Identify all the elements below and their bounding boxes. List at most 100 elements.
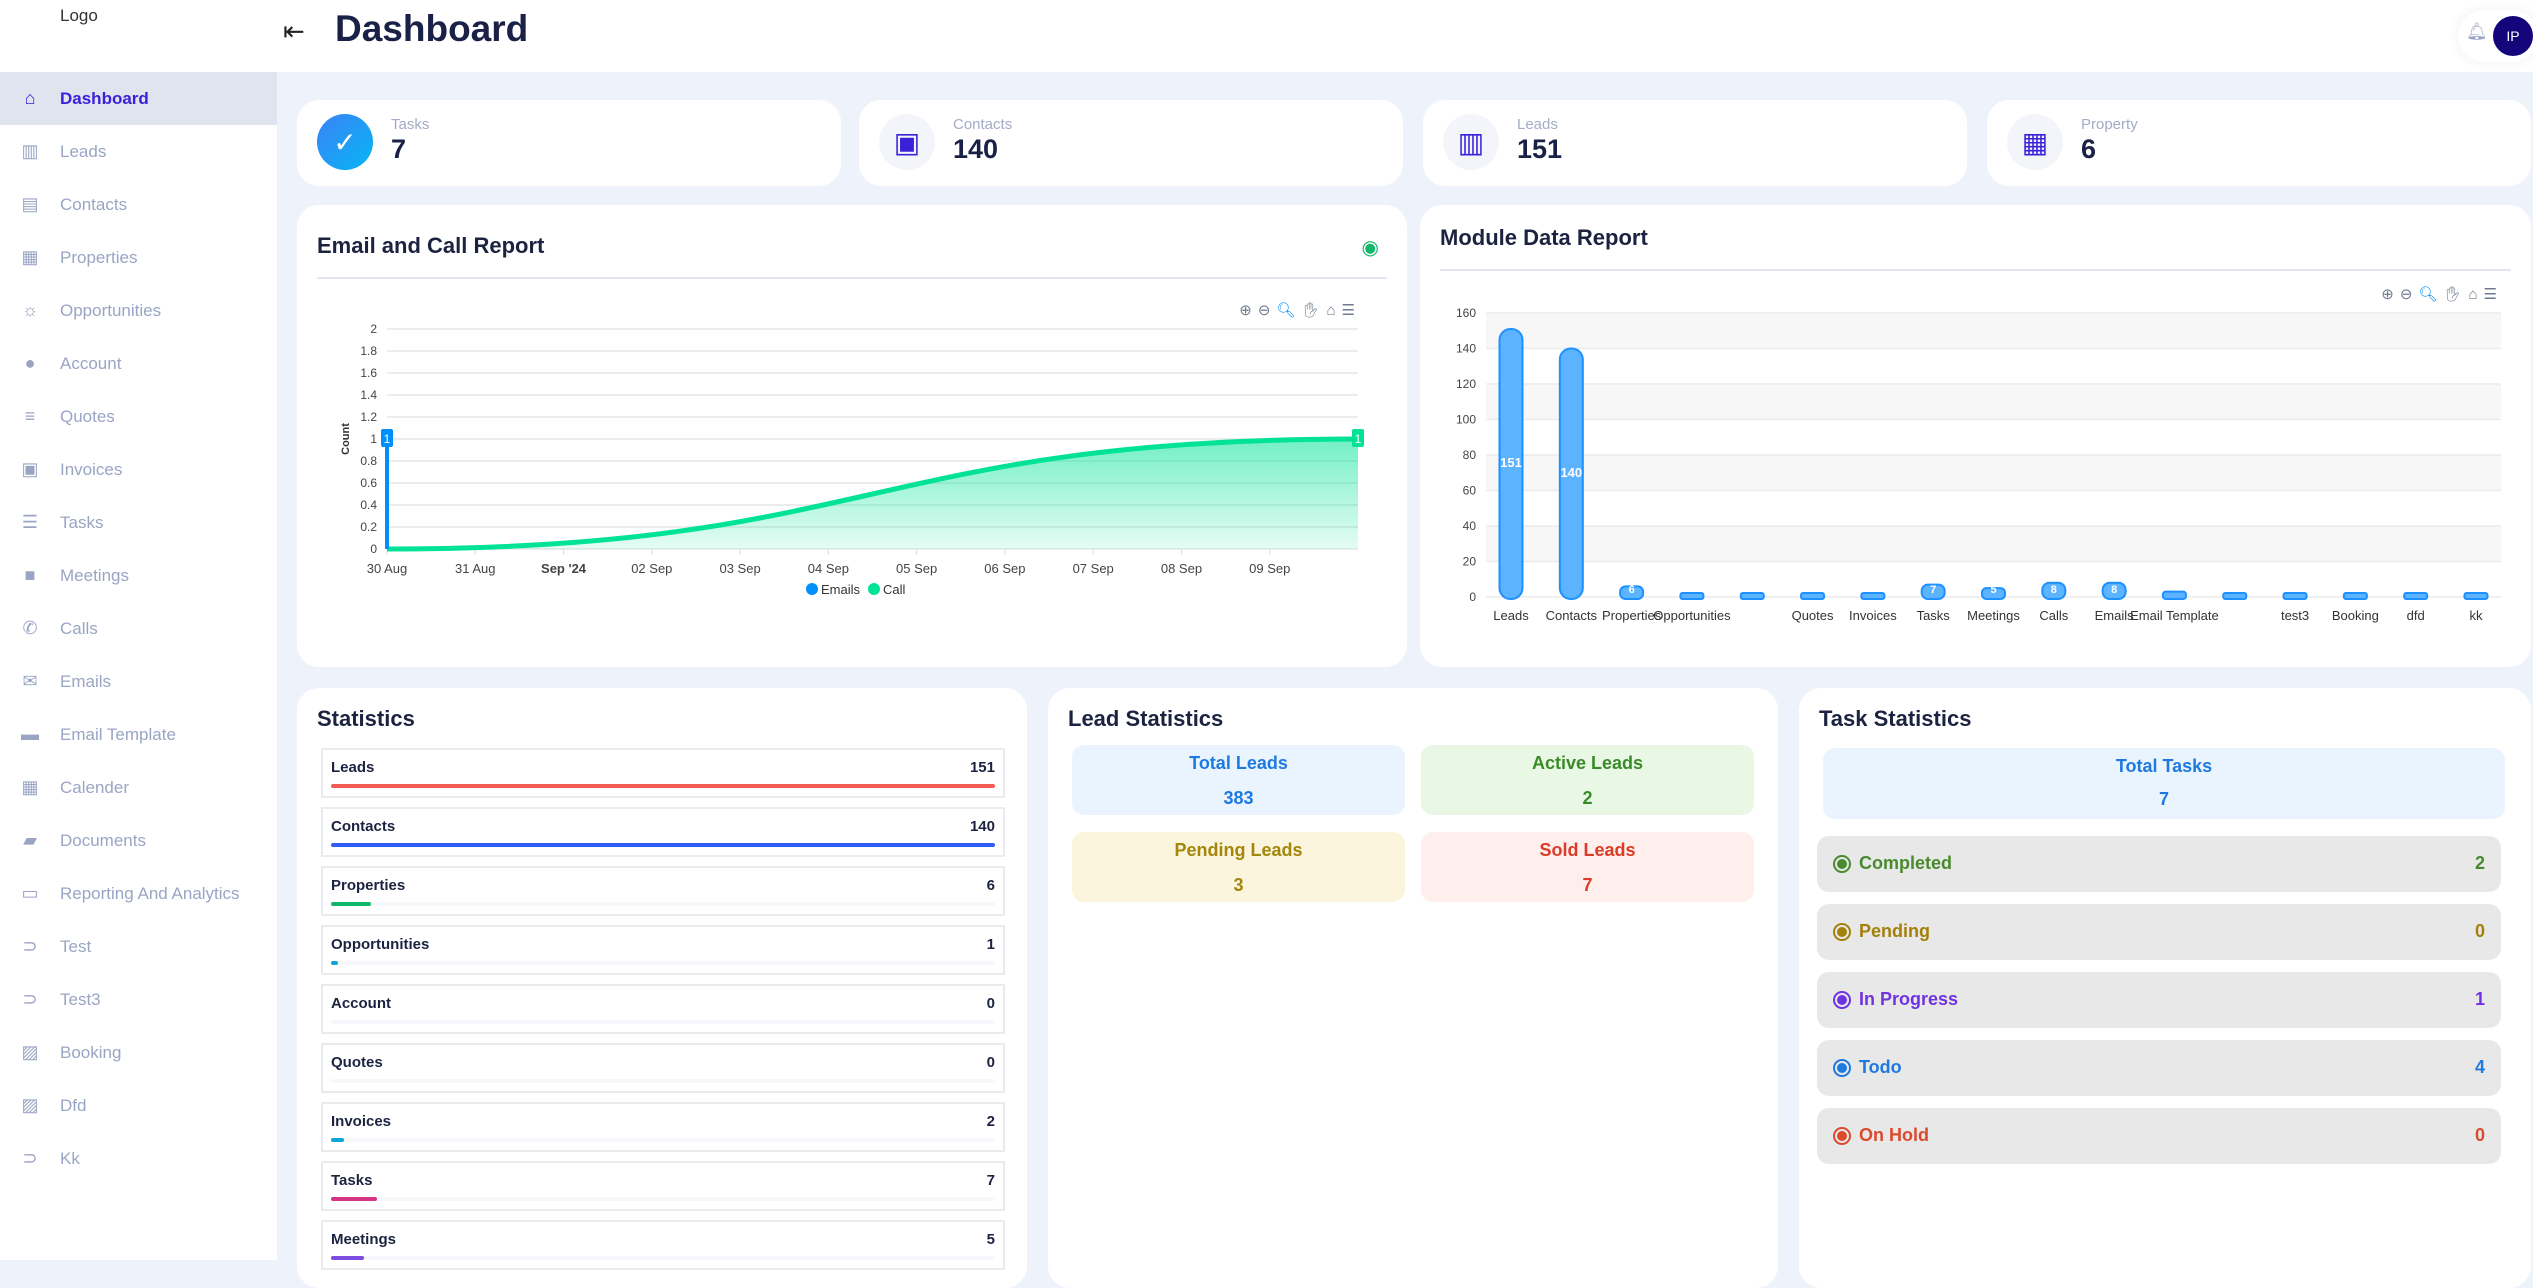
bar-value-label: 151 (1500, 455, 1522, 470)
y-tick-label: 0.4 (360, 498, 377, 512)
x-tick-label: 04 Sep (808, 561, 849, 576)
statistics-row-tasks: Tasks7 (321, 1161, 1005, 1211)
x-tick-label: 09 Sep (1249, 561, 1290, 576)
x-tick-label: 03 Sep (719, 561, 760, 576)
progress-track (331, 961, 995, 965)
y-tick-label: 0.8 (360, 454, 377, 468)
x-tick-label: 08 Sep (1161, 561, 1202, 576)
lead-box-total-leads: Total Leads 383 (1072, 745, 1405, 815)
radio-dot-icon (1833, 923, 1851, 941)
card-title: Statistics (317, 706, 415, 732)
task-value: 0 (2475, 921, 2485, 942)
progress-fill (331, 843, 995, 847)
bar-value-label: 5 (1990, 584, 1996, 596)
bar-invoices (1861, 593, 1884, 599)
grid-band (1486, 313, 2501, 349)
lead-box-sold-leads: Sold Leads7 (1421, 832, 1754, 902)
progress-track (331, 843, 995, 847)
x-tick-label: Quotes (1792, 608, 1834, 623)
x-tick-label: Emails (2095, 608, 2135, 623)
statistics-value: 0 (987, 1054, 995, 1071)
statistics-value: 1 (987, 936, 995, 953)
y-tick-label: 1 (370, 432, 377, 446)
total-tasks-box: Total Tasks 7 (1823, 748, 2505, 819)
x-tick-label: 06 Sep (984, 561, 1025, 576)
x-tick-label: Tasks (1917, 608, 1951, 623)
grid-band (1486, 455, 2501, 491)
bar-value-label: 8 (2051, 584, 2057, 596)
y-tick-label: 100 (1456, 413, 1476, 427)
task-label: Todo (1859, 1057, 1902, 1078)
task-row-pending: Pending0 (1817, 904, 2501, 960)
statistics-row-contacts: Contacts140 (321, 807, 1005, 857)
lead-box-value: 2 (1421, 788, 1754, 809)
bar-quotes (1801, 593, 1824, 599)
task-value: 0 (2475, 1125, 2485, 1146)
x-tick-label: kk (2470, 608, 2484, 623)
statistics-label: Quotes (331, 1054, 383, 1071)
statistics-value: 5 (987, 1231, 995, 1248)
dot (1837, 927, 1847, 937)
y-tick-label: 140 (1456, 342, 1476, 356)
radio-dot-icon (1833, 1127, 1851, 1145)
x-tick-label: Booking (2332, 608, 2379, 623)
lead-box-value: 7 (1421, 875, 1754, 896)
progress-track (331, 902, 995, 906)
bar-opportunities (1680, 593, 1703, 599)
progress-track (331, 1020, 995, 1024)
progress-track (331, 1197, 995, 1201)
statistics-label: Invoices (331, 1113, 391, 1130)
lead-box-active-leads: Active Leads 2 (1421, 745, 1754, 815)
y-tick-label: 0.6 (360, 476, 377, 490)
statistics-value: 140 (970, 818, 995, 835)
task-value: 4 (2475, 1057, 2485, 1078)
statistics-label: Leads (331, 759, 374, 776)
dot (1837, 859, 1847, 869)
bar-unlabeled (1741, 593, 1764, 599)
bar-dfd (2404, 593, 2427, 599)
task-row-completed: Completed2 (1817, 836, 2501, 892)
progress-fill (331, 1256, 364, 1260)
lead-box-label: Total Leads (1072, 753, 1405, 774)
bar-booking (2344, 593, 2367, 599)
legend-marker-emails (806, 583, 818, 595)
statistics-row-properties: Properties6 (321, 866, 1005, 916)
y-tick-label: 0 (1469, 590, 1476, 604)
bar-value-label: 8 (2111, 584, 2117, 596)
card-title: Task Statistics (1819, 706, 1971, 732)
progress-fill (331, 961, 338, 965)
x-tick-label: 02 Sep (631, 561, 672, 576)
progress-track (331, 1256, 995, 1260)
y-tick-label: 1.8 (360, 344, 377, 358)
x-tick-label: 31 Aug (455, 561, 496, 576)
y-tick-label: 160 (1456, 306, 1476, 320)
x-tick-label: Email Template (2130, 608, 2219, 623)
progress-track (331, 784, 995, 788)
statistics-value: 0 (987, 995, 995, 1012)
x-tick-label: Invoices (1849, 608, 1897, 623)
bar-value-label: 140 (1560, 465, 1582, 480)
statistics-row-account: Account0 (321, 984, 1005, 1034)
statistics-label: Meetings (331, 1231, 396, 1248)
task-value: 2 (2475, 853, 2485, 874)
x-tick-label: 30 Aug (367, 561, 408, 576)
statistics-label: Opportunities (331, 936, 429, 953)
task-statistics-card: Task Statistics Total Tasks 7 Completed2… (1799, 688, 2531, 1288)
statistics-value: 151 (970, 759, 995, 776)
statistics-value: 2 (987, 1113, 995, 1130)
statistics-label: Tasks (331, 1172, 372, 1189)
y-tick-label: 40 (1463, 519, 1477, 533)
y-tick-label: 20 (1463, 555, 1477, 569)
lead-box-label: Active Leads (1421, 753, 1754, 774)
lead-box-value: 383 (1072, 788, 1405, 809)
lead-box-label: Pending Leads (1072, 840, 1405, 861)
x-tick-label: Leads (1493, 608, 1529, 623)
bar-email-template (2163, 592, 2186, 599)
grid-band (1486, 384, 2501, 420)
statistics-label: Properties (331, 877, 405, 894)
data-label: 1 (1355, 432, 1362, 446)
statistics-row-meetings: Meetings 5 (321, 1220, 1005, 1270)
progress-fill (331, 1138, 344, 1142)
task-row-in-progress: In Progress1 (1817, 972, 2501, 1028)
card-title: Lead Statistics (1068, 706, 1223, 732)
